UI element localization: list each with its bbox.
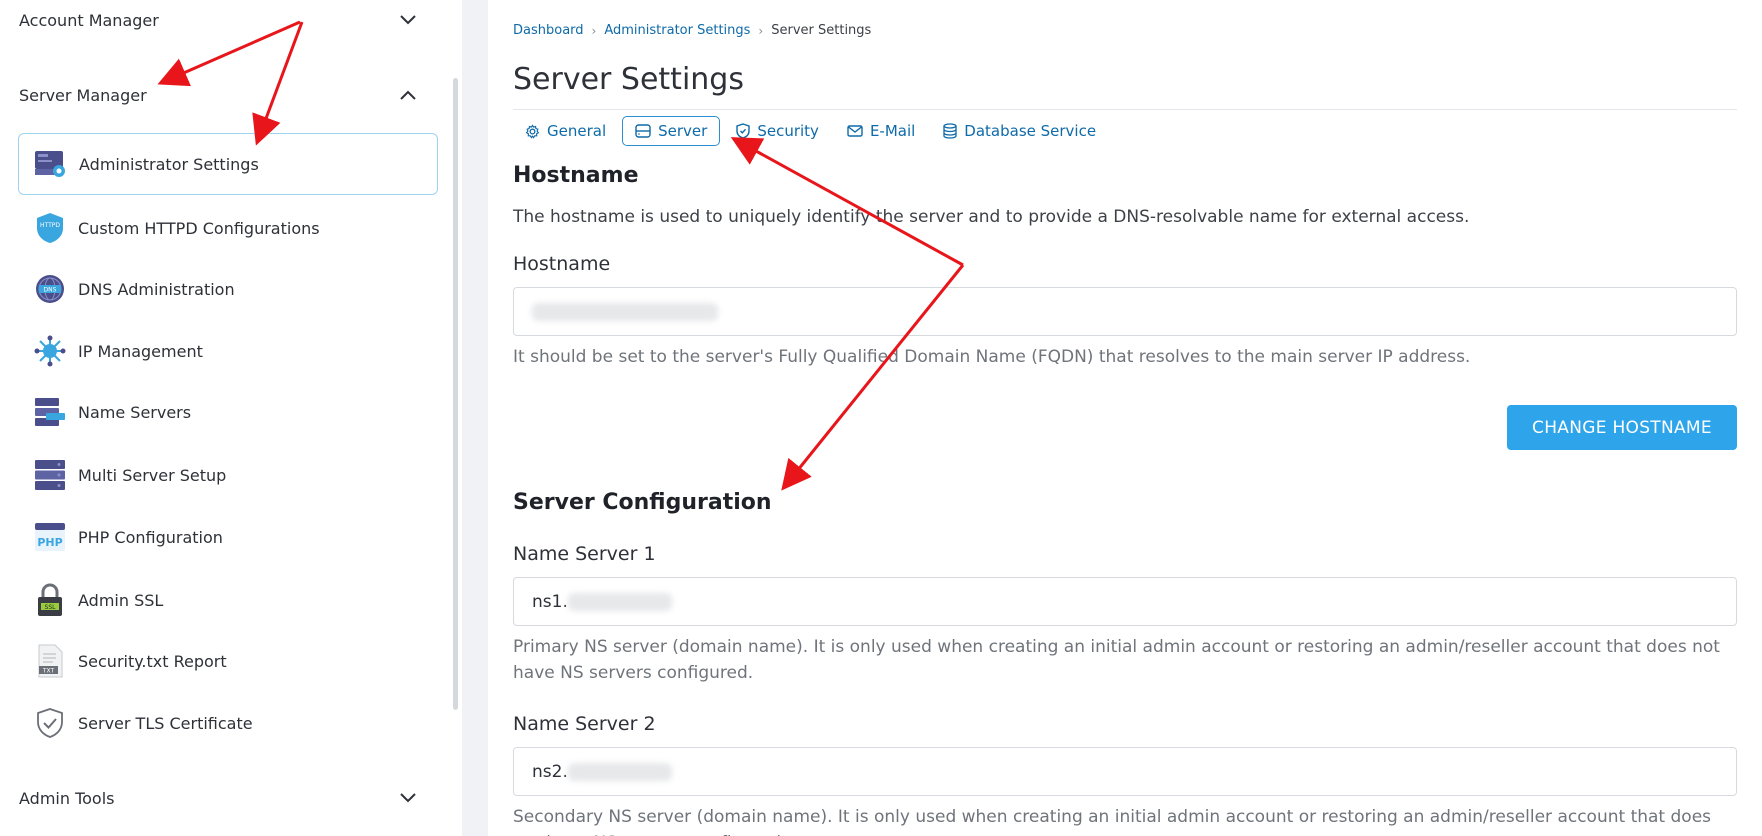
server-configuration-heading: Server Configuration	[513, 490, 772, 515]
name-server-1-input[interactable]: ns1.	[513, 577, 1737, 626]
sidebar-item-admin-ssl[interactable]: SSL Admin SSL	[18, 569, 438, 631]
settings-tabs: General Server Security E-Mail Database …	[513, 115, 1112, 147]
sidebar-item-label: Custom HTTPD Configurations	[78, 218, 320, 238]
breadcrumb: Dashboard › Administrator Settings › Ser…	[513, 23, 871, 38]
sidebar-item-ip-management[interactable]: IP Management	[18, 320, 438, 382]
php-icon-label: PHP	[37, 536, 62, 549]
chevron-down-icon	[397, 787, 419, 809]
php-icon: PHP	[33, 520, 67, 554]
sidebar-scrollbar[interactable]	[453, 78, 458, 710]
name-server-1-help: Primary NS server (domain name). It is o…	[513, 637, 1720, 683]
admin-settings-icon	[34, 147, 68, 181]
sidebar-item-label: IP Management	[78, 341, 203, 361]
tab-server[interactable]: Server	[622, 116, 721, 146]
sidebar: Account Manager Server Manager Administr…	[0, 0, 462, 836]
change-hostname-button[interactable]: CHANGE HOSTNAME	[1507, 405, 1737, 450]
tab-label: Database Service	[964, 122, 1097, 140]
sidebar-item-label: DNS Administration	[78, 279, 235, 299]
httpd-shield-icon: HTTPD	[33, 211, 67, 245]
txt-file-icon: TXT	[33, 644, 67, 678]
sidebar-item-name-servers[interactable]: Name Servers	[18, 381, 438, 443]
section-label: Admin Tools	[19, 788, 115, 808]
sidebar-item-label: PHP Configuration	[78, 527, 223, 547]
page-title: Server Settings	[513, 62, 744, 97]
sidebar-section-server-manager[interactable]: Server Manager	[19, 80, 419, 110]
name-server-2-input[interactable]: ns2.	[513, 747, 1737, 796]
hostname-heading: Hostname	[513, 163, 639, 188]
sidebar-item-server-tls-certificate[interactable]: Server TLS Certificate	[18, 692, 438, 754]
name-server-1-label: Name Server 1	[513, 543, 656, 565]
hostname-help: It should be set to the server's Fully Q…	[513, 347, 1471, 367]
txt-icon-label: TXT	[42, 668, 55, 675]
redacted-value	[532, 302, 718, 321]
tab-label: Server	[658, 122, 708, 140]
sidebar-item-custom-httpd[interactable]: HTTPD Custom HTTPD Configurations	[18, 197, 438, 259]
server-icon	[635, 124, 651, 138]
ssl-lock-icon: SSL	[33, 583, 67, 617]
name-server-2-label: Name Server 2	[513, 713, 656, 735]
shield-icon	[736, 123, 751, 139]
tab-general[interactable]: General	[513, 116, 618, 146]
chevron-right-icon: ›	[591, 23, 597, 38]
section-label: Server Manager	[19, 85, 147, 105]
section-label: Account Manager	[19, 10, 159, 30]
chevron-up-icon	[397, 84, 419, 106]
sidebar-item-label: Multi Server Setup	[78, 465, 227, 485]
ip-network-icon	[33, 334, 67, 368]
server-stack-icon	[33, 458, 67, 492]
tab-email[interactable]: E-Mail	[835, 116, 927, 146]
name-servers-icon	[33, 395, 67, 429]
tab-security[interactable]: Security	[724, 116, 831, 146]
mail-icon	[847, 125, 863, 137]
tab-label: Security	[757, 122, 819, 140]
dns-globe-icon: DNS	[33, 272, 67, 306]
sidebar-item-multi-server-setup[interactable]: Multi Server Setup	[18, 444, 438, 506]
httpd-icon-label: HTTPD	[40, 222, 60, 229]
hostname-input[interactable]	[513, 287, 1737, 336]
sidebar-section-account-manager[interactable]: Account Manager	[19, 5, 419, 35]
name-server-2-value: ns2.	[532, 761, 568, 782]
breadcrumb-link-administrator-settings[interactable]: Administrator Settings	[604, 23, 750, 38]
tab-label: General	[547, 122, 607, 140]
name-server-1-value: ns1.	[532, 591, 568, 612]
redacted-value	[567, 762, 672, 781]
sidebar-item-administrator-settings[interactable]: Administrator Settings	[18, 133, 438, 195]
sidebar-section-admin-tools[interactable]: Admin Tools	[19, 783, 419, 813]
hostname-label: Hostname	[513, 253, 611, 275]
sidebar-item-php-configuration[interactable]: PHP PHP Configuration	[18, 506, 438, 568]
sidebar-item-label: Name Servers	[78, 402, 192, 422]
redacted-value	[567, 592, 672, 611]
main-content: Dashboard › Administrator Settings › Ser…	[488, 0, 1762, 836]
ssl-icon-label: SSL	[45, 604, 57, 611]
breadcrumb-link-dashboard[interactable]: Dashboard	[513, 23, 584, 38]
chevron-right-icon: ›	[758, 23, 764, 38]
gear-icon	[525, 123, 540, 139]
sidebar-item-security-txt-report[interactable]: TXT Security.txt Report	[18, 630, 438, 692]
tab-label: E-Mail	[869, 122, 916, 140]
divider	[513, 109, 1737, 110]
sidebar-item-label: Admin SSL	[78, 590, 164, 610]
sidebar-item-label: Administrator Settings	[79, 154, 259, 174]
shield-check-icon	[33, 706, 67, 740]
name-server-2-help: Secondary NS server (domain name). It is…	[513, 807, 1712, 836]
sidebar-item-label: Security.txt Report	[78, 651, 227, 671]
sidebar-item-label: Server TLS Certificate	[78, 713, 253, 733]
dns-icon-label: DNS	[44, 287, 57, 294]
chevron-down-icon	[397, 9, 419, 31]
breadcrumb-current: Server Settings	[771, 23, 872, 38]
hostname-description: The hostname is used to uniquely identif…	[513, 207, 1470, 227]
database-icon	[943, 123, 957, 139]
tab-database-service[interactable]: Database Service	[931, 116, 1108, 146]
sidebar-item-dns-administration[interactable]: DNS DNS Administration	[18, 258, 438, 320]
